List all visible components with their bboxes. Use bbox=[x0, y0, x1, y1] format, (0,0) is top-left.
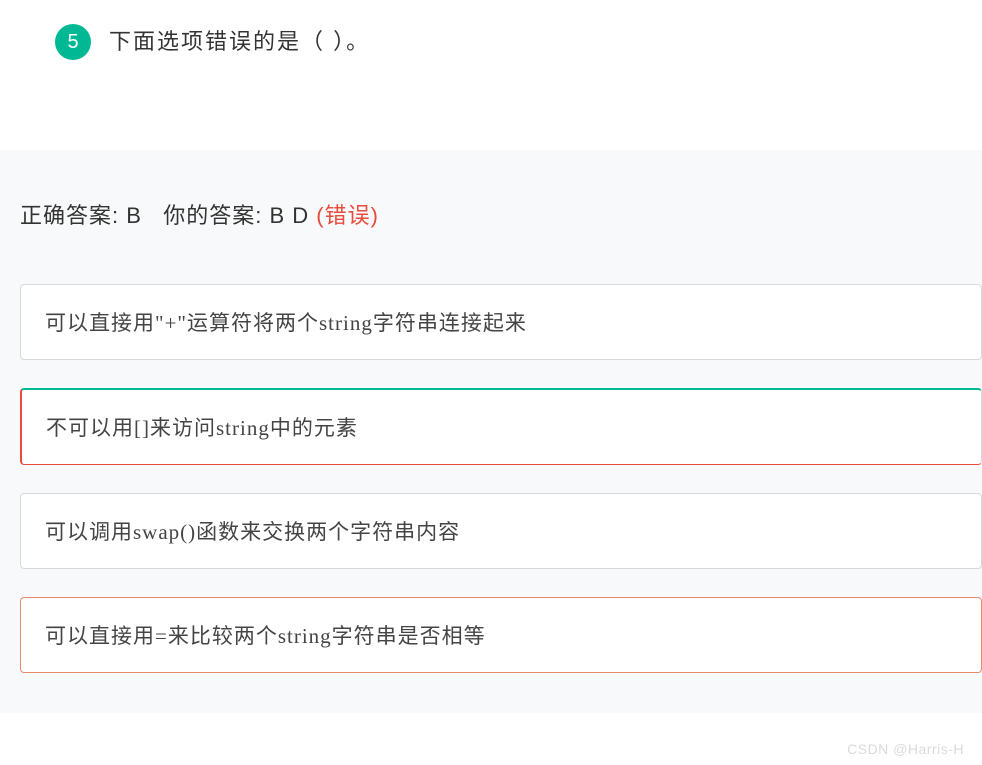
question-text: 下面选项错误的是（ ）。 bbox=[109, 24, 370, 60]
your-answer-label: 你的答案: bbox=[163, 203, 269, 228]
your-answer-value: B D bbox=[270, 203, 317, 228]
answer-status: (错误) bbox=[316, 203, 379, 228]
correct-answer-label: 正确答案: bbox=[20, 203, 126, 228]
answer-line: 正确答案: B 你的答案: B D (错误) bbox=[20, 198, 982, 230]
option-c[interactable]: 可以调用swap()函数来交换两个字符串内容 bbox=[20, 493, 982, 569]
question-number-badge: 5 bbox=[55, 24, 91, 60]
answer-section: 正确答案: B 你的答案: B D (错误) 可以直接用"+"运算符将两个str… bbox=[0, 150, 982, 713]
question-header: 5 下面选项错误的是（ ）。 bbox=[0, 0, 982, 60]
option-d[interactable]: 可以直接用=来比较两个string字符串是否相等 bbox=[20, 597, 982, 673]
option-b[interactable]: 不可以用[]来访问string中的元素 bbox=[20, 388, 982, 465]
option-a[interactable]: 可以直接用"+"运算符将两个string字符串连接起来 bbox=[20, 284, 982, 360]
watermark: CSDN @Harris-H bbox=[847, 741, 964, 757]
correct-answer-value: B bbox=[126, 203, 142, 228]
options-list: 可以直接用"+"运算符将两个string字符串连接起来 不可以用[]来访问str… bbox=[20, 284, 982, 673]
